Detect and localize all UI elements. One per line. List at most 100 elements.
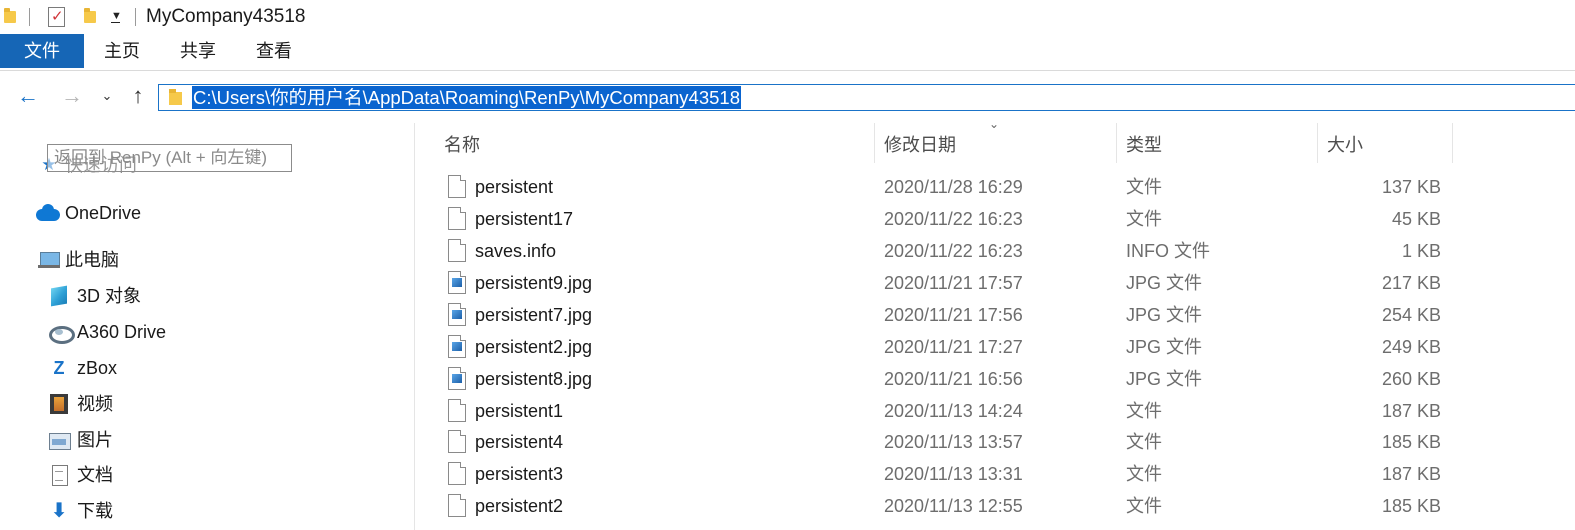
column-header-type[interactable]: 类型	[1126, 132, 1162, 158]
tab-view[interactable]: 查看	[244, 34, 304, 68]
up-arrow-icon[interactable]: ↑	[125, 83, 151, 109]
file-icon	[448, 207, 466, 230]
sidebar-item-label: 此电脑	[65, 250, 119, 270]
tab-home[interactable]: 主页	[92, 34, 152, 68]
sidebar-item-a360-drive[interactable]: A360 Drive	[48, 318, 248, 346]
file-icon	[448, 430, 466, 453]
divider	[29, 8, 30, 26]
sidebar-item-label: 下载	[77, 501, 113, 521]
address-bar[interactable]: C:\Users\你的用户名\AppData\Roaming\RenPy\MyC…	[158, 84, 1575, 111]
file-icon	[448, 239, 466, 262]
image-file-icon	[448, 271, 466, 294]
file-type: JPG 文件	[1126, 305, 1203, 325]
video-icon	[48, 393, 70, 415]
table-row[interactable]: saves.info 2020/11/22 16:23 INFO 文件 1 KB	[415, 236, 1455, 266]
column-divider[interactable]	[1116, 123, 1117, 163]
navigation-pane: ★ 快速访问 OneDrive 此电脑 3D 对象 A360 Drive Z z…	[0, 123, 415, 530]
file-type: 文件	[1126, 209, 1162, 229]
sidebar-item-label: zBox	[77, 358, 118, 378]
file-size: 187 KB	[1381, 464, 1441, 484]
table-row[interactable]: persistent1 2020/11/13 14:24 文件 187 KB	[415, 396, 1455, 426]
column-header-name[interactable]: 名称	[444, 132, 480, 158]
table-row[interactable]: persistent2 2020/11/13 12:55 文件 185 KB	[415, 491, 1455, 521]
column-divider[interactable]	[1452, 123, 1453, 163]
file-icon	[448, 462, 466, 485]
pictures-icon	[48, 429, 71, 451]
title-bar: ✓ ▼ MyCompany43518	[0, 0, 1575, 34]
sidebar-item-downloads[interactable]: ⬇ 下载	[48, 497, 248, 525]
file-name: persistent17	[475, 209, 574, 229]
image-file-icon	[448, 335, 466, 358]
file-type: JPG 文件	[1126, 369, 1203, 389]
column-divider[interactable]	[1317, 123, 1318, 163]
file-date: 2020/11/21 17:56	[884, 305, 1023, 325]
table-row[interactable]: persistent8.jpg 2020/11/21 16:56 JPG 文件 …	[415, 364, 1455, 394]
sidebar-item-pictures[interactable]: 图片	[48, 426, 248, 454]
table-row[interactable]: persistent9.jpg 2020/11/21 17:57 JPG 文件 …	[415, 268, 1455, 298]
file-name: saves.info	[475, 241, 557, 261]
sidebar-item-label: A360 Drive	[77, 322, 167, 342]
tab-file[interactable]: 文件	[0, 34, 84, 68]
file-name: persistent1	[475, 401, 564, 421]
recent-locations-chevron-icon[interactable]: ⌄	[96, 83, 118, 109]
tab-share[interactable]: 共享	[168, 34, 228, 68]
file-icon	[448, 399, 466, 422]
forward-arrow-icon[interactable]: →	[59, 83, 85, 109]
file-name: persistent	[475, 177, 554, 197]
file-name: persistent3	[475, 464, 564, 484]
table-row[interactable]: persistent4 2020/11/13 13:57 文件 185 KB	[415, 427, 1455, 457]
sort-descending-icon: ⌄	[989, 117, 1000, 131]
column-header-size[interactable]: 大小	[1327, 132, 1363, 158]
sidebar-item-label: 图片	[77, 430, 113, 450]
image-file-icon	[448, 367, 466, 390]
file-type: 文件	[1126, 177, 1162, 197]
documents-icon	[48, 464, 70, 486]
file-size: 254 KB	[1381, 305, 1441, 325]
file-name: persistent7.jpg	[475, 305, 593, 325]
sidebar-item-label: 视频	[77, 394, 113, 414]
file-date: 2020/11/21 17:27	[884, 337, 1023, 357]
properties-icon[interactable]: ✓	[48, 7, 65, 27]
table-row[interactable]: persistent17 2020/11/22 16:23 文件 45 KB	[415, 204, 1455, 234]
sidebar-item-label: OneDrive	[65, 203, 142, 223]
file-type: 文件	[1126, 464, 1162, 484]
file-type: 文件	[1126, 432, 1162, 452]
column-divider[interactable]	[874, 123, 875, 163]
file-name: persistent2.jpg	[475, 337, 593, 357]
file-size: 45 KB	[1391, 209, 1441, 229]
customize-quick-access-chevron-icon[interactable]: ▼	[111, 10, 122, 23]
file-size: 185 KB	[1381, 496, 1441, 516]
folder-icon	[169, 89, 182, 106]
file-date: 2020/11/13 12:55	[884, 496, 1023, 516]
cloud-icon	[36, 202, 60, 224]
file-type: INFO 文件	[1126, 241, 1210, 261]
file-icon	[448, 175, 466, 198]
a360-icon	[48, 321, 75, 344]
file-type: JPG 文件	[1126, 273, 1203, 293]
sidebar-item-documents[interactable]: 文档	[48, 461, 248, 489]
sidebar-item-this-pc[interactable]: 此电脑	[36, 246, 236, 274]
file-date: 2020/11/22 16:23	[884, 209, 1023, 229]
sidebar-item-videos[interactable]: 视频	[48, 390, 248, 418]
new-folder-icon[interactable]	[84, 8, 96, 24]
file-date: 2020/11/22 16:23	[884, 241, 1023, 261]
file-date: 2020/11/13 13:31	[884, 464, 1023, 484]
address-path-input[interactable]: C:\Users\你的用户名\AppData\Roaming\RenPy\MyC…	[192, 86, 741, 109]
back-arrow-icon[interactable]: ←	[15, 83, 41, 109]
file-date: 2020/11/13 13:57	[884, 432, 1023, 452]
table-row[interactable]: persistent7.jpg 2020/11/21 17:56 JPG 文件 …	[415, 300, 1455, 330]
sidebar-item-zbox[interactable]: Z zBox	[48, 354, 248, 382]
computer-icon	[38, 249, 60, 271]
navigation-bar: ← → ⌄ ↑ C:\Users\你的用户名\AppData\Roaming\R…	[0, 71, 1575, 123]
column-header-date[interactable]: 修改日期	[884, 132, 956, 158]
file-size: 187 KB	[1381, 401, 1441, 421]
table-row[interactable]: persistent2.jpg 2020/11/21 17:27 JPG 文件 …	[415, 332, 1455, 362]
file-type: 文件	[1126, 496, 1162, 516]
table-row[interactable]: persistent 2020/11/28 16:29 文件 137 KB	[415, 172, 1455, 202]
sidebar-item-3d-objects[interactable]: 3D 对象	[48, 282, 248, 310]
zbox-icon: Z	[53, 358, 65, 378]
file-size: 137 KB	[1381, 177, 1441, 197]
window-title: MyCompany43518	[146, 6, 306, 27]
table-row[interactable]: persistent3 2020/11/13 13:31 文件 187 KB	[415, 459, 1455, 489]
sidebar-item-onedrive[interactable]: OneDrive	[36, 199, 236, 227]
